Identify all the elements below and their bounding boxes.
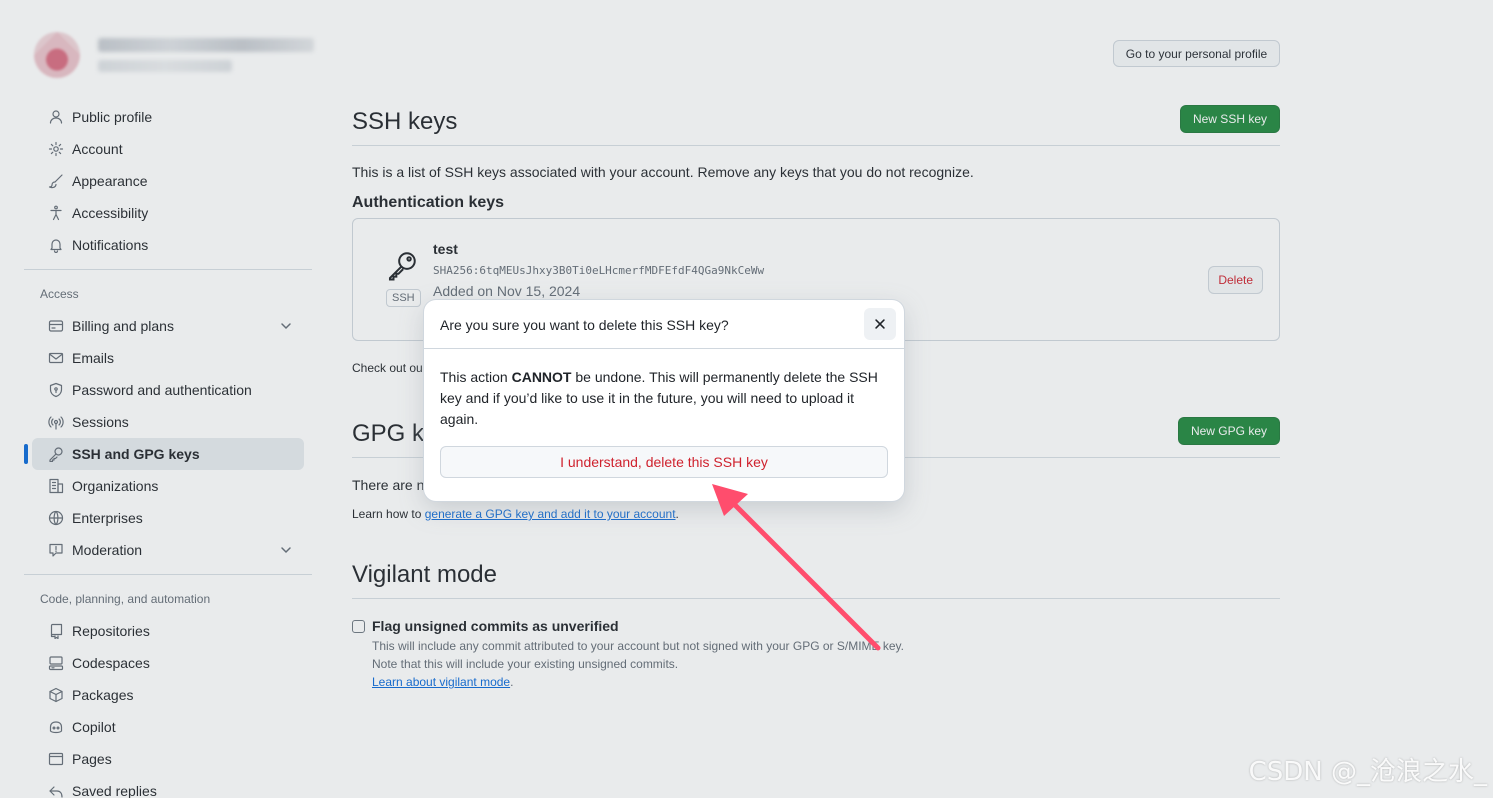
dialog-header: Are you sure you want to delete this SSH… [424, 300, 904, 349]
dialog-message-strong: CANNOT [511, 369, 572, 385]
delete-ssh-key-dialog: Are you sure you want to delete this SSH… [424, 300, 904, 501]
dialog-title: Are you sure you want to delete this SSH… [440, 317, 729, 333]
dialog-message-prefix: This action [440, 369, 512, 385]
dialog-message: This action CANNOT be undone. This will … [424, 349, 904, 430]
close-icon [873, 317, 887, 331]
close-dialog-button[interactable] [864, 308, 896, 340]
confirm-delete-button[interactable]: I understand, delete this SSH key [440, 446, 888, 478]
watermark: CSDN @_沧浪之水_ [1248, 757, 1487, 787]
settings-page: Go to your personal profile Public profi… [0, 0, 1493, 798]
